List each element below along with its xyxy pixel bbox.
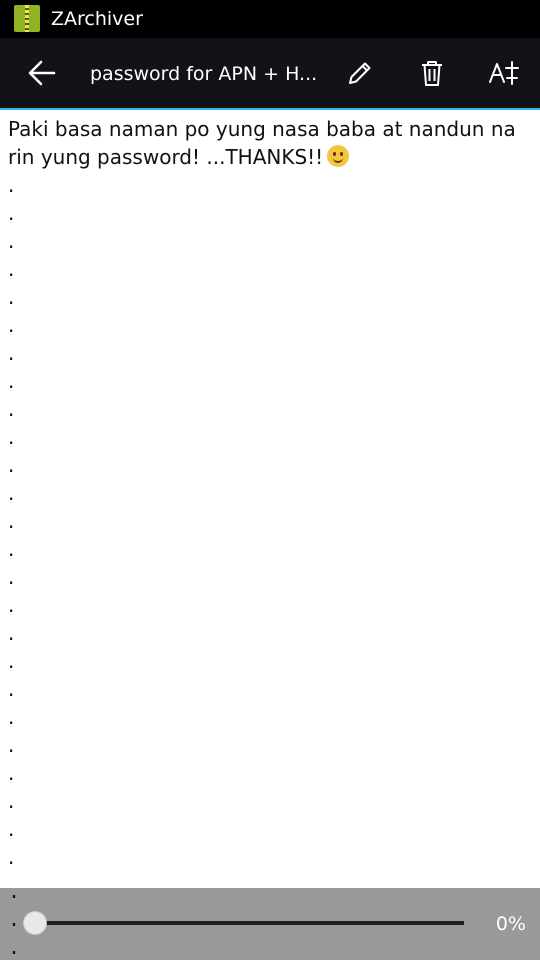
document-title: password for APN + H... [90, 63, 318, 85]
toolbar: password for APN + H... [0, 38, 540, 110]
pencil-icon[interactable] [330, 38, 390, 108]
document-content[interactable]: Paki basa naman po yung nasa baba at nan… [0, 110, 540, 890]
zarchiver-app-icon [14, 5, 40, 32]
smiley-emoji-icon [327, 145, 350, 167]
font-size-icon[interactable] [474, 38, 534, 108]
bottom-bar: 0% [0, 888, 540, 960]
scroll-percent-label: 0% [495, 913, 526, 935]
status-app-name: ZArchiver [51, 8, 143, 30]
document-text: Paki basa naman po yung nasa baba at nan… [8, 115, 533, 890]
trash-icon[interactable] [402, 38, 462, 108]
document-dots: . . . . . . . . . . . . . . . . . . . . … [8, 173, 15, 890]
status-bar: ZArchiver [0, 0, 540, 38]
arrow-back-icon[interactable] [12, 38, 72, 108]
scroll-position-slider[interactable] [35, 921, 464, 925]
overflow-dots: . . . [8, 882, 21, 961]
